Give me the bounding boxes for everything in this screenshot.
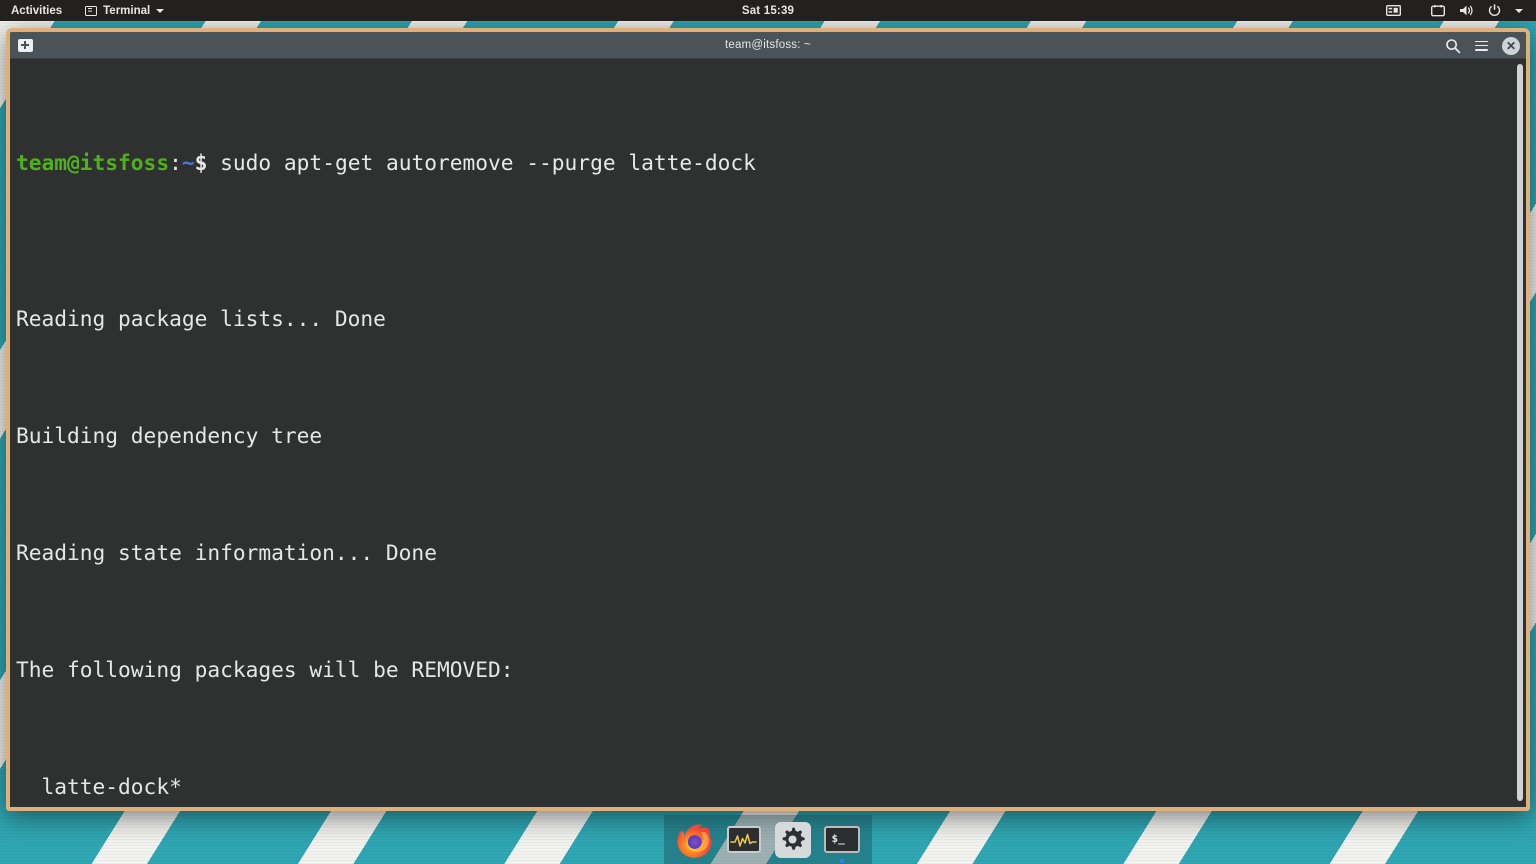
plus-icon	[17, 38, 33, 52]
activities-button[interactable]: Activities	[0, 0, 76, 21]
search-icon[interactable]	[1444, 37, 1461, 54]
clock-button[interactable]: Sat 15:39	[732, 0, 804, 21]
terminal-output-area[interactable]: team@itsfoss:~$ sudo apt-get autoremove …	[10, 59, 1526, 807]
terminal-command: sudo apt-get autoremove --purge latte-do…	[220, 150, 756, 175]
terminal-output-line: Building dependency tree	[16, 423, 323, 448]
chevron-down-icon	[156, 8, 165, 13]
prompt-user-host: team@itsfoss	[16, 150, 170, 175]
prompt-sigil: $	[194, 150, 208, 175]
hamburger-menu-icon[interactable]	[1473, 37, 1490, 54]
window-title: team@itsfoss: ~	[725, 39, 811, 51]
firefox-icon	[677, 824, 712, 858]
dock-item-firefox[interactable]	[674, 819, 715, 860]
bottom-dock: $_	[664, 815, 872, 864]
running-indicator	[839, 859, 844, 863]
clock-label: Sat 15:39	[741, 4, 795, 17]
dock-item-settings[interactable]	[772, 819, 813, 860]
prompt-path: ~	[181, 150, 195, 175]
screen-icon[interactable]	[1424, 4, 1452, 17]
close-button[interactable]: ✕	[1502, 36, 1520, 55]
activities-label: Activities	[11, 4, 63, 17]
terminal-output-line: latte-dock*	[16, 774, 182, 799]
dock-item-terminal[interactable]: $_	[821, 819, 862, 863]
terminal-icon	[85, 5, 98, 16]
gnome-top-bar: Activities Terminal Sat 15:39	[0, 0, 1536, 21]
volume-icon[interactable]	[1452, 4, 1481, 17]
terminal-icon: $_	[823, 826, 860, 853]
terminal-output-line: Reading state information... Done	[16, 540, 437, 565]
system-status-area[interactable]	[1379, 0, 1536, 21]
window-titlebar[interactable]: team@itsfoss: ~ ✕	[10, 32, 1526, 59]
terminal-output-line: Reading package lists... Done	[16, 306, 386, 331]
new-tab-button[interactable]	[10, 32, 40, 59]
app-menu-terminal[interactable]: Terminal	[76, 0, 173, 21]
gear-icon	[774, 821, 811, 858]
prompt-colon: :	[169, 150, 182, 175]
scrollbar-thumb[interactable]	[1517, 64, 1523, 801]
dock-item-system-monitor[interactable]	[723, 819, 764, 860]
system-monitor-icon	[726, 826, 761, 853]
power-icon[interactable]	[1481, 4, 1508, 17]
chevron-down-icon[interactable]	[1508, 8, 1530, 13]
terminal-scrollbar[interactable]	[1517, 64, 1523, 801]
app-menu-label: Terminal	[103, 4, 151, 17]
terminal-window: team@itsfoss: ~ ✕ team@itsfoss:~$ sudo a…	[6, 28, 1530, 811]
terminal-command-line: team@itsfoss:~$ sudo apt-get autoremove …	[16, 143, 1526, 182]
keyboard-layout-icon[interactable]	[1379, 5, 1408, 16]
terminal-output-line: The following packages will be REMOVED:	[16, 657, 514, 682]
